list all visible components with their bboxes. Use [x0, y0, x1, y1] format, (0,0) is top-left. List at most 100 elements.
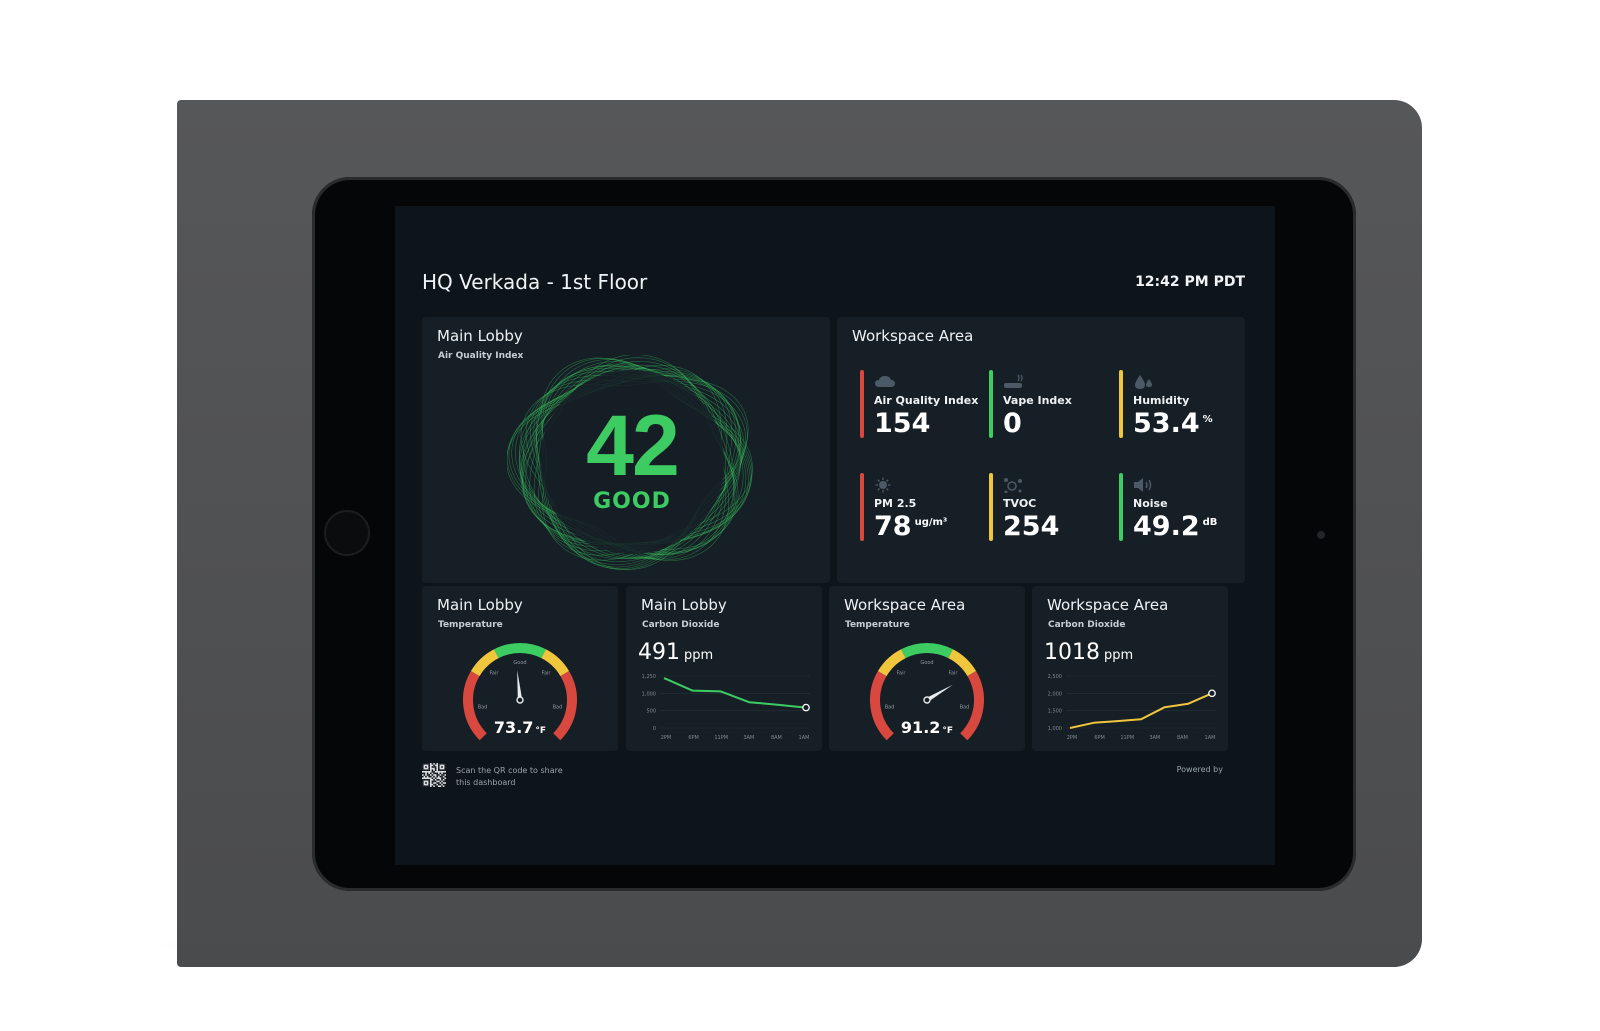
qr-module — [431, 771, 434, 773]
qr-module — [441, 766, 443, 768]
qr-module — [441, 785, 443, 787]
home-button[interactable] — [324, 510, 370, 556]
qr-module — [439, 763, 442, 765]
qr-module — [431, 769, 434, 771]
qr-module — [434, 783, 437, 786]
qr-module — [422, 782, 424, 784]
latest-point — [802, 703, 810, 712]
gauge-good-segment — [901, 643, 953, 659]
qr-module — [434, 767, 437, 770]
qr-module — [442, 772, 445, 775]
qr-module — [425, 775, 427, 778]
main-lobby-aqi-card[interactable]: Main Lobby Air Quality Index 42 GOOD — [422, 317, 830, 583]
y-tick-label: 0 — [653, 726, 656, 732]
metric-noise: Noise 49.2 dB — [1119, 473, 1239, 543]
qr-module — [441, 763, 443, 765]
x-tick-label: 6PM — [1094, 735, 1105, 741]
qr-module — [422, 767, 424, 770]
qr-module — [434, 780, 437, 783]
qr-module — [444, 780, 446, 783]
qr-module — [431, 782, 434, 784]
qr-module — [425, 779, 427, 781]
gauge-pivot — [923, 696, 931, 704]
main-lobby-co2-card[interactable]: Main Lobby Carbon Dioxide 491 ppm 1,250 1,… — [626, 586, 822, 751]
qr-module — [428, 767, 430, 770]
card-title: Main Lobby — [437, 327, 523, 345]
status-bar — [1119, 370, 1123, 438]
aqi-status: GOOD — [593, 489, 671, 514]
y-tick-label: 500 — [646, 709, 656, 715]
gauge-label-good: Good — [513, 660, 526, 666]
gauge-label-good: Good — [920, 660, 933, 666]
qr-module — [441, 777, 443, 779]
qr-code-icon[interactable] — [422, 763, 446, 787]
status-bar — [989, 473, 993, 541]
qr-module — [434, 763, 437, 765]
qr-module — [434, 772, 437, 775]
x-tick-label: 3AM — [1149, 735, 1160, 741]
qr-module — [441, 774, 443, 776]
qr-module — [422, 769, 424, 771]
y-tick-label: 2,500 — [1048, 674, 1062, 680]
qr-module — [441, 779, 443, 781]
qr-module — [423, 772, 426, 775]
y-tick-label: 2,000 — [1048, 691, 1062, 697]
metric-label: Air Quality Index — [874, 394, 979, 407]
metric-value: 154 — [874, 408, 931, 439]
qr-module — [433, 771, 435, 773]
qr-module — [423, 763, 426, 765]
y-tick-label: 1,000 — [1048, 726, 1062, 732]
qr-module — [434, 766, 437, 768]
workspace-temperature-card[interactable]: Workspace Area Temperature Bad Fair Good Fa… — [829, 586, 1025, 751]
main-lobby-temperature-card[interactable]: Main Lobby Temperature Bad Fair Good Fair Ba… — [422, 586, 618, 751]
qr-module — [436, 772, 438, 775]
workspace-co2-card[interactable]: Workspace Area Carbon Dioxide 1018 ppm 2,… — [1032, 586, 1228, 751]
metric-label: Vape Index — [1003, 394, 1072, 407]
y-tick-label: 1,500 — [1048, 709, 1062, 715]
qr-module — [422, 772, 424, 775]
qr-module — [428, 763, 430, 765]
card-title: Main Lobby — [641, 596, 727, 614]
qr-module — [438, 782, 440, 784]
qr-module — [441, 782, 443, 784]
dashboard-screen: HQ Verkada - 1st Floor 12:42 PM PDT Main… — [395, 206, 1275, 865]
qr-module — [422, 785, 424, 787]
workspace-metrics-card[interactable]: Workspace Area Air Quality Index 154 Vap… — [837, 317, 1245, 583]
qr-module — [438, 764, 440, 767]
card-title: Workspace Area — [1047, 596, 1169, 614]
metric-label: Humidity — [1133, 394, 1190, 407]
x-tick-label: 8AM — [1177, 735, 1188, 741]
qr-module — [431, 774, 434, 776]
series-line — [663, 677, 807, 709]
vape-icon — [1004, 374, 1023, 388]
qr-module — [428, 785, 430, 787]
qr-module — [423, 779, 426, 781]
co2-reading: 1018 ppm — [1044, 640, 1134, 665]
droplet-icon — [1135, 375, 1152, 389]
qr-module — [442, 774, 445, 776]
qr-module — [438, 769, 440, 771]
qr-module — [436, 782, 438, 784]
latest-point — [1208, 689, 1216, 698]
qr-module — [438, 783, 440, 786]
qr-module — [436, 775, 438, 778]
temperature-reading: 91.2 °F — [900, 718, 954, 737]
qr-module — [438, 774, 440, 776]
qr-module — [438, 763, 440, 765]
qr-module — [428, 779, 430, 781]
speaker-icon — [1134, 478, 1152, 492]
x-tick-label: 1AM — [1205, 735, 1216, 741]
x-tick-label: 6PM — [688, 735, 699, 741]
x-tick-label: 1AM — [799, 735, 810, 741]
x-tick-label: 3AM — [743, 735, 754, 741]
qr-module — [426, 769, 429, 771]
metric-value: 49.2 dB — [1133, 511, 1218, 542]
qr-module — [428, 782, 430, 784]
qr-module — [444, 785, 446, 787]
particles-icon — [875, 477, 891, 493]
qr-module — [431, 763, 434, 765]
qr-module — [433, 766, 435, 768]
qr-module — [442, 783, 445, 786]
qr-module — [442, 780, 445, 783]
qr-module — [422, 763, 424, 765]
